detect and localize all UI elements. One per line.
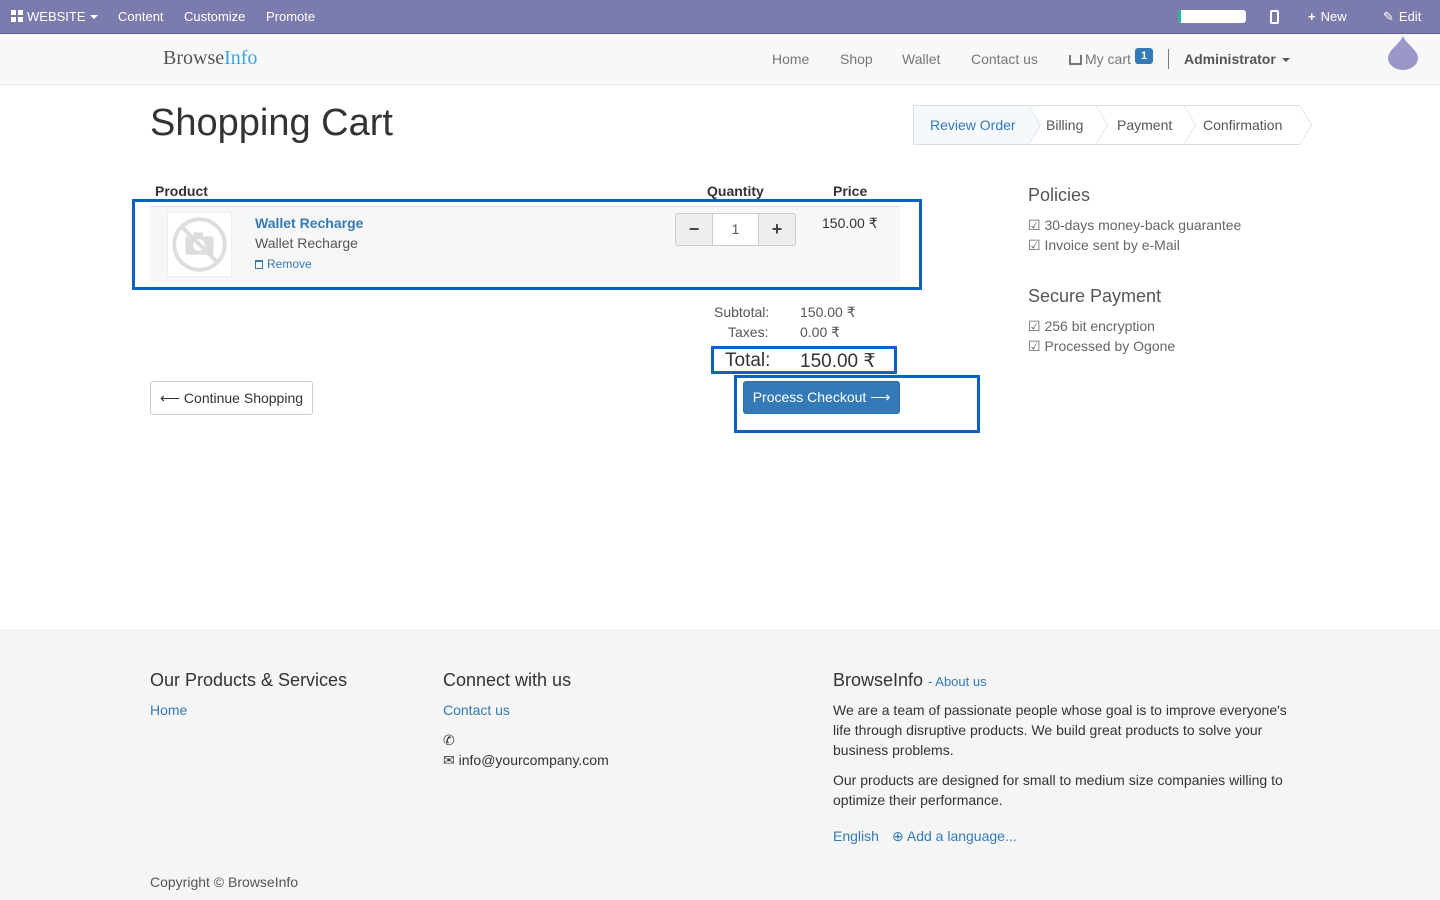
page-title: Shopping Cart	[150, 102, 393, 144]
nav-contact[interactable]: Contact us	[971, 51, 1038, 67]
header-price: Price	[833, 183, 868, 199]
envelope-icon: ✉	[443, 752, 459, 768]
about-paragraph-1: We are a team of passionate people whose…	[833, 702, 1287, 758]
customize-menu[interactable]: Customize	[184, 0, 245, 34]
plus-icon: +	[1308, 9, 1316, 24]
cart-icon	[1069, 55, 1082, 65]
footer-email: ✉ info@yourcompany.com	[443, 750, 609, 770]
step-label: Payment	[1117, 117, 1173, 133]
odoo-drop-icon[interactable]	[1388, 36, 1418, 70]
about-us-link[interactable]: - About us	[928, 674, 987, 689]
nav-my-cart[interactable]: My cart	[1069, 51, 1131, 67]
step-payment: Payment	[1096, 105, 1196, 145]
brand-part2: Info	[224, 47, 258, 69]
header-product: Product	[155, 183, 208, 199]
mobile-preview-icon[interactable]	[1270, 10, 1279, 24]
subtotal-value: 150.00 ₹	[800, 304, 856, 320]
email-text: info@yourcompany.com	[458, 752, 609, 768]
arrow-left-icon: ⟵	[159, 390, 184, 406]
language-english[interactable]: English	[833, 828, 879, 844]
step-label: Confirmation	[1203, 117, 1283, 133]
nav-shop[interactable]: Shop	[840, 51, 873, 67]
brand-part1: Browse	[163, 47, 225, 69]
policy-item: ☑ Invoice sent by e-Mail	[1028, 237, 1180, 253]
grid-icon	[11, 10, 23, 22]
nav-wallet[interactable]: Wallet	[902, 51, 940, 67]
secure-item: ☑ 256 bit encryption	[1028, 318, 1155, 334]
progress-fill	[1178, 10, 1181, 23]
plus-circle-icon: ⊕	[892, 828, 907, 844]
promote-menu[interactable]: Promote	[266, 0, 315, 34]
pencil-icon: ✎	[1383, 9, 1394, 24]
progress-bar	[1178, 10, 1246, 23]
footer-contact-link[interactable]: Contact us	[443, 702, 510, 718]
website-menu[interactable]: WEBSITE	[11, 0, 98, 34]
about-paragraph-2: Our products are designed for small to m…	[833, 772, 1283, 808]
new-label: New	[1320, 9, 1347, 24]
total-value: 150.00 ₹	[800, 351, 876, 372]
highlight-box	[132, 199, 922, 290]
continue-shopping-button[interactable]: ⟵ Continue Shopping	[150, 381, 313, 415]
step-confirmation: Confirmation	[1184, 105, 1312, 145]
website-label: WEBSITE	[27, 9, 86, 24]
about-title-text: BrowseInfo	[833, 670, 924, 690]
copyright: Copyright © BrowseInfo	[150, 874, 299, 890]
header-quantity: Quantity	[707, 183, 764, 199]
continue-label: Continue Shopping	[183, 390, 304, 406]
checkout-steps: Review Order Billing Payment Confirmatio…	[913, 105, 1312, 145]
new-button[interactable]: + New	[1308, 0, 1347, 34]
brand-logo[interactable]: BrowseInfo	[163, 47, 257, 70]
step-review-order: Review Order	[914, 105, 1041, 145]
policy-item: ☑ 30-days money-back guarantee	[1028, 217, 1242, 233]
cart-label: My cart	[1085, 51, 1131, 67]
step-label: Review Order	[930, 117, 1016, 133]
content-menu[interactable]: Content	[118, 0, 164, 34]
phone-icon: ✆	[443, 732, 455, 748]
user-menu[interactable]: Administrator	[1184, 51, 1290, 67]
taxes-label: Taxes:	[728, 324, 769, 340]
footer-connect-title: Connect with us	[443, 670, 572, 690]
caret-down-icon	[89, 15, 98, 19]
edit-button[interactable]: ✎ Edit	[1383, 0, 1421, 34]
process-checkout-button[interactable]: Process Checkout ⟶	[743, 381, 900, 414]
nav-home[interactable]: Home	[772, 51, 809, 67]
taxes-value: 0.00 ₹	[800, 324, 841, 340]
user-name: Administrator	[1184, 51, 1276, 67]
footer-products-title: Our Products & Services	[150, 670, 348, 690]
caret-down-icon	[1281, 58, 1290, 62]
secure-payment-title: Secure Payment	[1028, 286, 1162, 306]
nav-divider	[1168, 49, 1169, 69]
subtotal-label: Subtotal:	[714, 304, 770, 320]
checkout-label: Process Checkout	[752, 389, 867, 405]
add-language-label: Add a language...	[906, 828, 1017, 844]
add-language-link[interactable]: ⊕ Add a language...	[892, 828, 1017, 845]
footer-home-link[interactable]: Home	[150, 702, 187, 718]
step-label: Billing	[1046, 117, 1084, 133]
total-label: Total:	[725, 350, 771, 371]
admin-bar: WEBSITE Content Customize Promote + New ✎…	[0, 0, 1440, 34]
cart-count-badge: 1	[1135, 48, 1153, 64]
footer-about-title: BrowseInfo - About us	[833, 670, 987, 691]
secure-item: ☑ Processed by Ogone	[1028, 338, 1176, 354]
edit-label: Edit	[1398, 9, 1422, 24]
arrow-right-icon: ⟶	[866, 389, 891, 405]
policies-title: Policies	[1028, 185, 1091, 205]
